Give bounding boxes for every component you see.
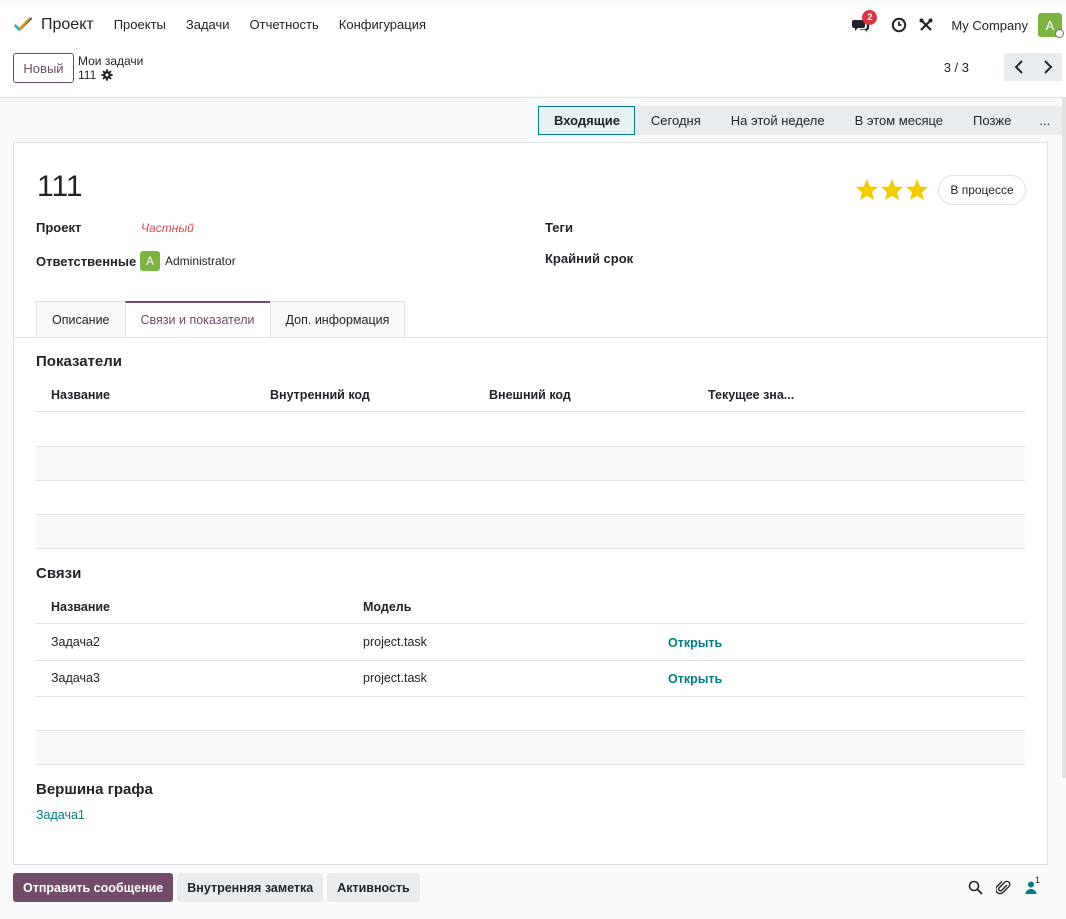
- tab-extra-info[interactable]: Доп. информация: [269, 301, 406, 337]
- activities-button[interactable]: [888, 14, 910, 36]
- project-app-icon: [13, 16, 33, 32]
- links-col-model[interactable]: Модель: [363, 600, 411, 614]
- link-row-model[interactable]: project.task: [363, 635, 427, 649]
- messages-badge: 2: [862, 10, 878, 25]
- pager-value[interactable]: 3 / 3: [944, 60, 969, 75]
- links-section-title: Связи: [36, 565, 82, 582]
- new-button[interactable]: Новый: [13, 53, 74, 83]
- task-state-button[interactable]: В процессе: [938, 175, 1026, 205]
- stage-later[interactable]: Позже: [957, 106, 1026, 135]
- link-row-model[interactable]: project.task: [363, 671, 427, 685]
- indicators-col-current-value[interactable]: Текущее зна...: [708, 388, 794, 402]
- clock-icon: [892, 17, 907, 33]
- table-row: [36, 447, 1025, 481]
- chatter-toolbar: Отправить сообщение Внутренняя заметка А…: [13, 873, 424, 902]
- row-divider: [36, 514, 1025, 515]
- activity-button[interactable]: Активность: [327, 873, 420, 902]
- graph-vertex-link[interactable]: Задача1: [36, 808, 85, 822]
- debug-tools-button[interactable]: [915, 14, 937, 36]
- menu-item-tasks[interactable]: Задачи: [176, 5, 240, 45]
- navbar-systray: 2 My Company A: [845, 5, 1064, 45]
- main-menu: Проекты Задачи Отчетность Конфигурация: [104, 5, 436, 45]
- tabs-divider: [14, 337, 1047, 338]
- chevron-left-icon: [1014, 60, 1023, 74]
- top-navbar: Проект Проекты Задачи Отчетность Конфигу…: [0, 5, 1066, 45]
- link-row-name[interactable]: Задача2: [51, 635, 100, 649]
- assignee-tag[interactable]: A Administrator: [140, 251, 236, 271]
- gear-icon[interactable]: [101, 69, 113, 81]
- project-field[interactable]: Частный: [141, 221, 194, 235]
- control-panel: Новый Мои задачи 111 3 / 3: [0, 45, 1066, 98]
- task-title[interactable]: 111: [37, 170, 83, 204]
- assignees-label: Ответственные: [36, 254, 137, 269]
- link-row-name[interactable]: Задача3: [51, 671, 100, 685]
- pager-next-button[interactable]: [1033, 53, 1062, 81]
- graph-section-title: Вершина графа: [36, 781, 153, 798]
- user-avatar[interactable]: A: [1038, 13, 1064, 38]
- breadcrumb-current: 111: [78, 68, 113, 82]
- followers-count: 1: [1035, 875, 1041, 885]
- links-col-name[interactable]: Название: [51, 600, 110, 614]
- attachments-button[interactable]: [994, 878, 1012, 896]
- chevron-right-icon: [1043, 60, 1052, 74]
- indicators-header-line: [36, 411, 1025, 412]
- indicators-section-title: Показатели: [36, 353, 123, 370]
- user-avatar-initial: A: [1045, 17, 1055, 33]
- stage-today[interactable]: Сегодня: [634, 106, 715, 135]
- messaging-button[interactable]: 2: [850, 10, 878, 36]
- indicators-col-internal-code[interactable]: Внутренний код: [270, 388, 370, 402]
- form-notebook-tabs: Описание Связи и показатели Доп. информа…: [36, 301, 406, 337]
- assignee-avatar: A: [140, 251, 160, 271]
- tab-links-indicators[interactable]: Связи и показатели: [124, 301, 271, 337]
- row-divider: [36, 480, 1025, 481]
- presence-indicator: [1055, 29, 1064, 38]
- stage-this-week[interactable]: На этой неделе: [714, 106, 839, 135]
- pager-previous-button[interactable]: [1004, 53, 1033, 81]
- company-switcher[interactable]: My Company: [951, 18, 1028, 33]
- table-row: [36, 515, 1025, 549]
- menu-item-projects[interactable]: Проекты: [104, 5, 176, 45]
- deadline-label: Крайний срок: [545, 251, 634, 266]
- search-icon: [968, 880, 983, 895]
- row-divider: [36, 548, 1025, 549]
- menu-item-configuration[interactable]: Конфигурация: [329, 5, 436, 45]
- assignee-name: Administrator: [165, 254, 236, 268]
- star-icon[interactable]: [855, 178, 879, 201]
- internal-note-button[interactable]: Внутренняя заметка: [177, 873, 324, 902]
- paperclip-icon: [995, 880, 1010, 895]
- star-icon[interactable]: [905, 178, 929, 201]
- menu-item-reporting[interactable]: Отчетность: [240, 5, 329, 45]
- priority-stars: [855, 178, 930, 201]
- row-divider: [36, 764, 1025, 765]
- tools-icon: [919, 18, 933, 31]
- indicators-col-name[interactable]: Название: [51, 388, 110, 402]
- app-name: Проект: [41, 16, 94, 33]
- stage-this-month[interactable]: В этом месяце: [838, 106, 958, 135]
- breadcrumb-record-name: 111: [78, 68, 97, 82]
- link-open-button[interactable]: Открыть: [668, 672, 722, 686]
- row-divider: [36, 446, 1025, 447]
- send-message-button[interactable]: Отправить сообщение: [13, 873, 174, 902]
- row-divider: [36, 696, 1025, 697]
- row-divider: [36, 730, 1025, 731]
- table-row: [36, 731, 1025, 764]
- stage-inbox[interactable]: Входящие: [538, 106, 635, 135]
- app-brand[interactable]: Проект: [12, 14, 94, 36]
- chatter-icons: 1: [956, 875, 1041, 896]
- project-label: Проект: [36, 220, 82, 235]
- tags-label: Теги: [545, 220, 573, 235]
- form-sheet: 111 В процессе Проект Частный Ответствен…: [13, 142, 1048, 865]
- indicators-col-external-code[interactable]: Внешний код: [489, 388, 571, 402]
- star-icon[interactable]: [880, 178, 904, 201]
- followers-button[interactable]: 1: [1022, 875, 1041, 896]
- stage-statusbar: Входящие Сегодня На этой неделе В этом м…: [538, 106, 1065, 135]
- links-header-line: [36, 623, 1025, 624]
- breadcrumb-parent[interactable]: Мои задачи: [78, 54, 143, 68]
- search-messages-button[interactable]: [966, 878, 984, 896]
- stage-more[interactable]: ...: [1025, 106, 1065, 135]
- row-divider: [36, 660, 1025, 661]
- tab-description[interactable]: Описание: [36, 301, 126, 337]
- link-open-button[interactable]: Открыть: [668, 636, 722, 650]
- page-scrollbar[interactable]: [1062, 98, 1066, 778]
